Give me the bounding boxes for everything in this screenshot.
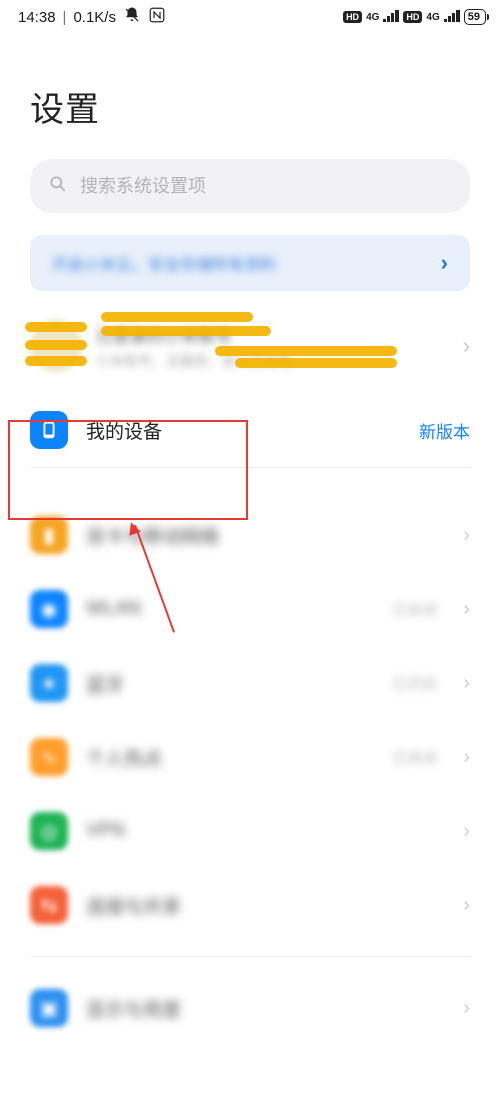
bluetooth-row[interactable]: ∗ 蓝牙 已开启 › — [0, 646, 500, 720]
chevron-right-icon: › — [463, 672, 470, 695]
wlan-status: 已关闭 — [392, 599, 437, 620]
chevron-right-icon: › — [463, 333, 470, 359]
hotspot-label: 个人热点 — [86, 744, 374, 771]
device-icon — [30, 411, 68, 449]
divider — [30, 956, 470, 957]
status-bar: 14:38 | 0.1K/s HD 4G HD 4G 59 — [0, 0, 500, 34]
share-row[interactable]: ⇆ 连接与共享 › — [0, 868, 500, 942]
status-right: HD 4G HD 4G 59 — [343, 9, 486, 26]
vpn-row[interactable]: ◎ VPN › — [0, 794, 500, 868]
wlan-label: WLAN — [86, 598, 374, 620]
chevron-right-icon: › — [463, 894, 470, 917]
cloud-banner-text: 开启小米云，安全存储所有资料 — [52, 251, 427, 275]
hotspot-row[interactable]: ∿ 个人热点 已关闭 › — [0, 720, 500, 794]
divider — [30, 467, 470, 468]
chevron-right-icon: › — [463, 820, 470, 843]
hotspot-status: 已关闭 — [392, 747, 437, 768]
chevron-right-icon: › — [463, 746, 470, 769]
status-net-speed: 0.1K/s — [73, 9, 116, 26]
share-icon: ⇆ — [30, 886, 68, 924]
signal-icon-1 — [383, 9, 399, 26]
signal-icon-2 — [444, 9, 460, 26]
chevron-right-icon: › — [463, 997, 470, 1020]
new-version-badge: 新版本 — [419, 418, 470, 443]
vpn-label: VPN — [86, 820, 437, 842]
sim-row[interactable]: ▮ 双卡与移动网络 › — [0, 498, 500, 572]
search-input[interactable] — [80, 176, 452, 197]
my-device-label: 我的设备 — [86, 417, 401, 444]
chevron-right-icon: › — [441, 250, 448, 276]
wifi-icon: ◉ — [30, 590, 68, 628]
vpn-icon: ◎ — [30, 812, 68, 850]
hd-badge-1: HD — [343, 11, 362, 23]
tethering-row[interactable]: ▣ 显示与亮度 › — [0, 971, 500, 1045]
cloud-banner[interactable]: 开启小米云，安全存储所有资料 › — [30, 235, 470, 291]
my-device-row[interactable]: 我的设备 新版本 — [0, 393, 500, 467]
tethering-label: 显示与亮度 — [86, 995, 437, 1022]
tethering-icon: ▣ — [30, 989, 68, 1027]
search-bar[interactable] — [30, 159, 470, 213]
page-title: 设置 — [0, 34, 500, 159]
mute-icon — [123, 6, 141, 28]
sim-icon: ▮ — [30, 516, 68, 554]
status-left: 14:38 | 0.1K/s — [18, 6, 166, 28]
battery-indicator: 59 — [464, 9, 486, 25]
share-label: 连接与共享 — [86, 892, 437, 919]
status-time: 14:38 — [18, 9, 56, 26]
sim2-4g: 4G — [426, 12, 439, 23]
bluetooth-status: 已开启 — [392, 673, 437, 694]
chevron-right-icon: › — [463, 598, 470, 621]
hotspot-icon: ∿ — [30, 738, 68, 776]
nfc-icon — [148, 6, 166, 28]
sim-label: 双卡与移动网络 — [86, 522, 437, 549]
sim1-4g: 4G — [366, 12, 379, 23]
bluetooth-label: 蓝牙 — [86, 670, 374, 697]
status-sep: | — [63, 9, 67, 26]
chevron-right-icon: › — [463, 524, 470, 547]
account-row[interactable]: 已登录的小米账号 小米账号、云服务、家人共享等 › — [30, 313, 470, 379]
bluetooth-icon: ∗ — [30, 664, 68, 702]
hd-badge-2: HD — [403, 11, 422, 23]
search-icon — [48, 174, 68, 199]
wlan-row[interactable]: ◉ WLAN 已关闭 › — [0, 572, 500, 646]
